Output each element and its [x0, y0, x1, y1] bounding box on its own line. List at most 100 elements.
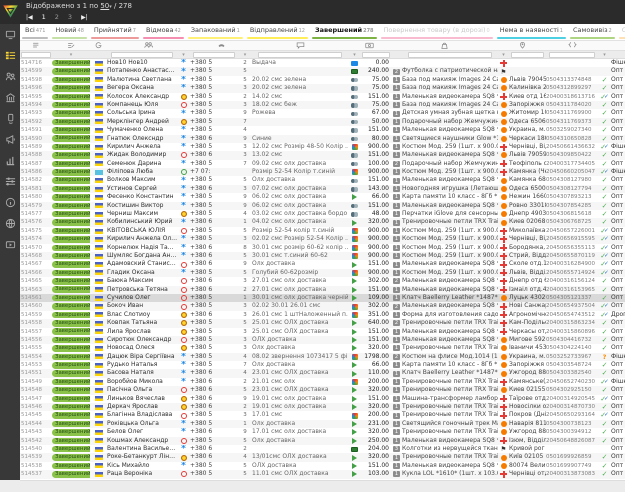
order-row[interactable]: 514592ЗавершенийМерклінгер Андрей+380 57… — [20, 118, 625, 126]
order-row[interactable]: 514537ЗавершенийРаца Вероніка+380 5511.0… — [20, 470, 625, 478]
order-row[interactable]: 514565ЗавершенийБаюка Максим+380 6327.01… — [20, 277, 625, 285]
client-phone[interactable]: +380 6 — [190, 369, 238, 377]
client-phone[interactable]: +380 5 — [190, 353, 238, 361]
client-phone[interactable]: +380 5 — [190, 160, 238, 168]
order-row[interactable]: 514574ЗавершенийКирилич Анжела Ол…*+380 … — [20, 235, 625, 243]
order-row[interactable]: 514556ЗавершенийСиротюк Олександр+380 53… — [20, 336, 625, 344]
client-phone[interactable]: +380 5 — [190, 344, 238, 352]
ttn-number[interactable]: 0501699907749 — [546, 462, 598, 470]
tab-завершений[interactable]: Завершений278 — [310, 24, 379, 40]
ttn-number[interactable]: 0503252733967 — [546, 353, 598, 361]
client-phone[interactable]: +380 5 — [190, 235, 238, 243]
column-header-ttn-icon[interactable] — [546, 41, 598, 50]
client-phone[interactable]: +7 07: — [190, 168, 238, 176]
ttn-number[interactable]: 0504311784020 — [546, 101, 598, 109]
order-row[interactable]: 514549ЗавершенийВоробйов Микола*+380 622… — [20, 378, 625, 386]
tab-всі[interactable]: Всі471 — [20, 24, 50, 40]
sidebar-item-company-icon[interactable] — [0, 87, 20, 108]
client-phone[interactable]: +380 6 — [190, 311, 238, 319]
order-row[interactable]: 514563ЗавершенийПетровська Тетяна+380 62… — [20, 286, 625, 294]
order-row[interactable]: 514559ЗавершенийВлас Слотиоу+380 6326.01… — [20, 311, 625, 319]
ttn-number[interactable]: 20450655870119 — [546, 252, 598, 260]
ttn-number[interactable]: 0504307893213 — [546, 193, 598, 201]
filter-input-box[interactable] — [511, 52, 544, 58]
last-page-button[interactable]: ▶| — [81, 14, 88, 21]
order-row[interactable]: 514566ЗавершенийГладик Оксана*+380 55Гол… — [20, 269, 625, 277]
column-header-comment-icon[interactable] — [252, 41, 348, 50]
page-button-3[interactable]: 3 — [68, 13, 72, 21]
client-phone[interactable]: +380 5 — [190, 294, 238, 302]
order-row[interactable]: 514547ЗавершенийЛиньков Вячеслав+380 691… — [20, 395, 625, 403]
client-phone[interactable]: +380 6 — [190, 185, 238, 193]
client-phone[interactable]: +380 6 — [190, 244, 238, 252]
ttn-number[interactable]: 0504303548724 — [546, 361, 598, 369]
page-button-1[interactable]: 1 — [42, 13, 46, 21]
ttn-number[interactable] — [546, 59, 598, 67]
filter-dropdown[interactable]: ▾ — [498, 51, 509, 59]
client-phone[interactable]: +380 5 — [190, 336, 238, 344]
page-size-select[interactable]: 50 — [100, 2, 109, 10]
order-row[interactable]: 514577ЗавершенийЧерниш Максим+380 5403.0… — [20, 210, 625, 218]
order-row[interactable]: 514545ЗавершенийБлагінна Владіслава+380 … — [20, 411, 625, 419]
chevron-down-icon[interactable]: ▾ — [182, 53, 185, 57]
filter-input[interactable] — [107, 51, 177, 59]
chevron-down-icon[interactable]: ▾ — [353, 53, 356, 57]
client-phone[interactable]: +380 6 — [190, 445, 238, 453]
ttn-number[interactable]: 0504308127980 — [546, 176, 598, 184]
column-header-source-icon[interactable] — [90, 41, 107, 50]
client-phone[interactable]: +380 5 — [190, 67, 238, 75]
order-row[interactable]: 514557ЗавершенийЛила Ярослав+380 5325.01… — [20, 328, 625, 336]
filter-dropdown[interactable]: ▾ — [598, 51, 611, 59]
client-phone[interactable]: +380 5 — [190, 470, 238, 478]
order-row[interactable]: 514588ЗавершенийЖидак Володимир+380 6313… — [20, 151, 625, 159]
order-row[interactable]: 514579ЗавершенийКостишин Виктор*+380 590… — [20, 202, 625, 210]
client-phone[interactable]: +380 5 — [190, 93, 238, 101]
ttn-number[interactable]: 20400317734405 — [546, 160, 598, 168]
ttn-number[interactable]: 0504306815618 — [546, 210, 598, 218]
order-row[interactable]: 514589ЗавершенийКирилич Анжела*+380 5312… — [20, 143, 625, 151]
tab-відмова[interactable]: Відмова42 — [141, 24, 186, 40]
ttn-number[interactable]: 0504309850422 — [546, 151, 598, 159]
ttn-number[interactable]: 0504304416732 — [546, 336, 598, 344]
order-row[interactable]: 514570ЗавершенийКорнелюк Надія Та…*+380 … — [20, 244, 625, 252]
tab-сервіси[interactable]: Сервіси0 — [617, 24, 625, 40]
client-phone[interactable]: +380 5 — [190, 193, 238, 201]
order-row[interactable]: 514567ЗавершенийАдамовский Станис…+380 6… — [20, 260, 625, 268]
ttn-number[interactable]: 20450652740230 — [546, 378, 598, 386]
column-header-empty[interactable] — [598, 41, 625, 50]
order-row[interactable]: 514539ЗавершенийРоке-Бетанкурт Лін…+380 … — [20, 453, 625, 461]
ttn-number[interactable]: 20400316153965 — [546, 286, 598, 294]
order-row[interactable]: 514595ЗавершенийКолосок Александр+380 52… — [20, 93, 625, 101]
client-phone[interactable]: +380 5 — [190, 202, 238, 210]
column-header-status-edit-icon[interactable] — [52, 41, 90, 50]
sidebar-item-orders-list-icon[interactable] — [0, 45, 20, 66]
ttn-number[interactable]: 20400318613716 — [546, 93, 598, 101]
order-row[interactable]: 514568ЗавершенийШумляс Богдана Ан…*+380 … — [20, 252, 625, 260]
client-phone[interactable]: +380 5 — [190, 143, 238, 151]
order-row[interactable]: 514544ЗавершенийРоківцька Ольга*+380 51О… — [20, 420, 625, 428]
column-header-address-icon[interactable] — [498, 41, 546, 50]
filter-input-box[interactable] — [111, 52, 173, 58]
tab-повернення-товару-в-дорозі-[interactable]: Повернення товару (в дорозі)0 — [379, 24, 495, 40]
client-phone[interactable]: +380 5 — [190, 437, 238, 445]
ttn-number[interactable]: 0504310650828 — [546, 135, 598, 143]
first-page-button[interactable]: |◀ — [26, 14, 33, 21]
ttn-number[interactable]: 20450657226001 — [546, 227, 598, 235]
order-row[interactable]: 514538ЗавершенийКісь Михайло*+380 55ОЛХ … — [20, 462, 625, 470]
order-row[interactable]: 514594ЗавершенийКомпанець Юля+380 5318.0… — [20, 101, 625, 109]
ttn-number[interactable] — [546, 67, 598, 75]
client-phone[interactable]: +380 6 — [190, 260, 238, 268]
ttn-number[interactable]: 0504308127794 — [546, 185, 598, 193]
ttn-number[interactable]: 20450655714924 — [546, 269, 598, 277]
order-row[interactable]: 514580ЗавершенийФесенко Константин*+380 … — [20, 193, 625, 201]
order-row[interactable]: 514553ЗавершенийРудько Наталья*+380 57Ол… — [20, 361, 625, 369]
ttn-number[interactable]: 0504312899297 — [546, 84, 598, 92]
ttn-number[interactable]: 0504305121337 — [546, 294, 598, 302]
sidebar-item-clients-icon[interactable] — [0, 66, 20, 87]
filter-dropdown[interactable]: ▾ — [348, 51, 361, 59]
ttn-number[interactable]: 0504302925150 — [546, 386, 598, 394]
sidebar-item-marketing-icon[interactable] — [0, 129, 20, 150]
client-phone[interactable]: +380 5 — [190, 269, 238, 277]
column-header-phone-icon[interactable] — [190, 41, 252, 50]
filter-dropdown[interactable]: ▾ — [238, 51, 252, 59]
